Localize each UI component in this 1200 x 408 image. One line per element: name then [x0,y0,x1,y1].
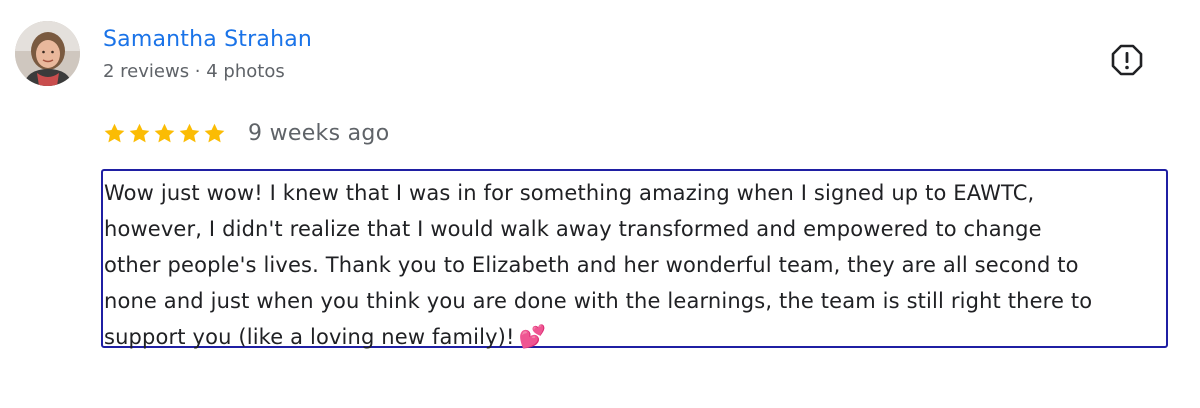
two-hearts-emoji: 💕 [518,325,547,350]
author-meta: 2 reviews · 4 photos [103,61,285,82]
star-rating [103,122,226,145]
review-line-last: support you (like a loving new family)! 💕 [104,319,1160,356]
review-line: other people's lives. Thank you to Eliza… [104,253,1079,277]
author-name[interactable]: Samantha Strahan [103,26,312,54]
review-text: Wow just wow! I knew that I was in for s… [101,169,1168,350]
review-line: none and just when you think you are don… [104,289,1093,313]
star-icon [129,123,150,142]
rating-row: 9 weeks ago [103,118,389,148]
review-line-text: support you (like a loving new family)! [104,325,515,349]
avatar[interactable] [15,21,80,86]
star-icon [204,123,225,142]
star-icon [104,123,125,142]
review-card: Samantha Strahan 2 reviews · 4 photos 9 … [0,0,1200,408]
avatar-image [15,21,80,86]
report-flag-icon[interactable] [1110,43,1144,77]
review-line: Wow just wow! I knew that I was in for s… [104,181,1035,205]
star-icon [179,123,200,142]
review-date: 9 weeks ago [248,120,390,146]
star-icon [154,123,175,142]
review-line: however, I didn't realize that I would w… [104,217,1042,241]
